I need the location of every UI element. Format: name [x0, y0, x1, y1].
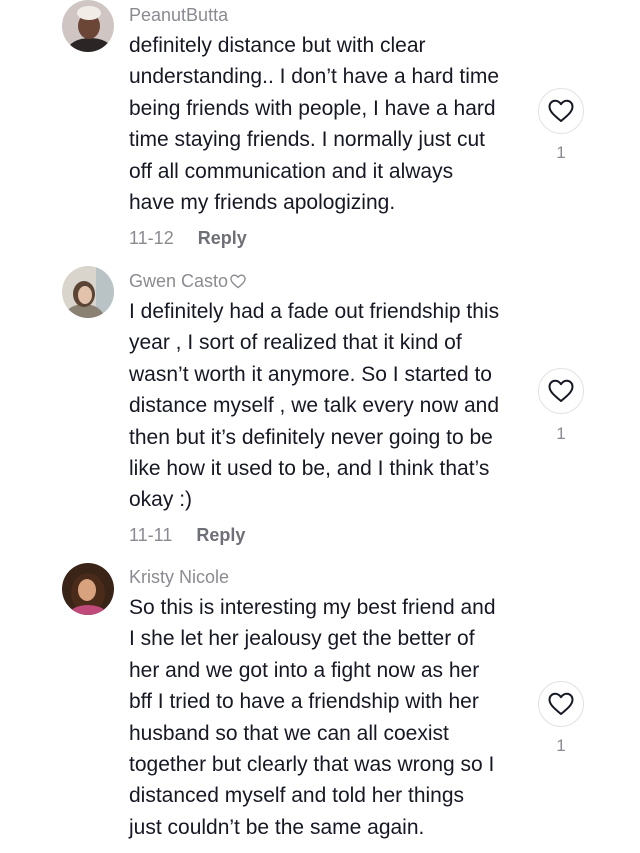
avatar-image: [62, 266, 114, 318]
heart-outline-icon: [548, 379, 574, 402]
comment-line: definitely distance but with clear: [129, 34, 426, 57]
comment-text: I definitely had a fade out friendship t…: [129, 296, 529, 516]
comment-line: understanding.. I don’t have a hard time: [129, 65, 500, 89]
comment-line: her and we got into a fight now as her: [129, 658, 480, 682]
comment-meta: 11-12 Reply: [129, 228, 247, 249]
avatar[interactable]: [62, 0, 114, 52]
heart-outline-icon: [548, 99, 574, 122]
heart-outline-icon: [230, 274, 246, 289]
comment-line: like how it used to be, and I think that…: [129, 457, 490, 481]
comment-line: year , I sort of realized that it kind o…: [129, 331, 462, 355]
reply-button[interactable]: Reply: [198, 228, 247, 249]
comment-meta: 11-11 Reply: [129, 525, 245, 546]
comment-line: off all communication and it always: [129, 159, 454, 183]
avatar-image: [62, 563, 114, 615]
comment-line: distance myself , we talk every now and: [129, 394, 500, 418]
like-count: 1: [556, 143, 566, 162]
comment-line: I definitely had a fade out friendship t…: [129, 300, 500, 323]
like-button[interactable]: [538, 368, 584, 414]
comment-text: definitely distance but with clear under…: [129, 30, 529, 218]
comment-username[interactable]: Gwen Casto: [129, 271, 246, 292]
comment-username[interactable]: PeanutButta: [129, 5, 228, 26]
comment-line: I she let her jealousy get the better of: [129, 627, 475, 651]
like-button[interactable]: [538, 681, 584, 727]
comment-username[interactable]: Kristy Nicole: [129, 567, 229, 588]
like-count: 1: [556, 736, 566, 755]
like-count: 1: [556, 424, 566, 443]
reply-button[interactable]: Reply: [196, 525, 245, 546]
comment-date: 11-12: [129, 228, 174, 248]
comment-line: bff I tried to have a friendship with he…: [129, 690, 479, 714]
comment-line: just couldn’t be the same again.: [129, 815, 425, 839]
comment-line: time staying friends. I normally just cu…: [129, 128, 485, 152]
comment-line: being friends with people, I have a hard: [129, 96, 496, 120]
comment-line: husband so that we can all coexist: [129, 721, 449, 745]
avatar-image: [62, 0, 114, 52]
comment-line: together but clearly that was wrong so I: [129, 753, 495, 777]
comment-line: So this is interesting my best friend an…: [129, 596, 496, 619]
comment-line: distanced myself and told her things: [129, 784, 465, 808]
comment-line: wasn’t worth it anymore. So I started to: [129, 362, 492, 386]
avatar[interactable]: [62, 563, 114, 615]
comment-text: So this is interesting my best friend an…: [129, 592, 529, 843]
comment-line: okay :): [129, 488, 193, 512]
comment-line: then but it’s definitely never going to …: [129, 425, 493, 449]
comment-date: 11-11: [129, 525, 173, 545]
like-button[interactable]: [538, 88, 584, 134]
heart-outline-icon: [548, 692, 574, 715]
avatar[interactable]: [62, 266, 114, 318]
comment-line: have my friends apologizing.: [129, 191, 396, 215]
